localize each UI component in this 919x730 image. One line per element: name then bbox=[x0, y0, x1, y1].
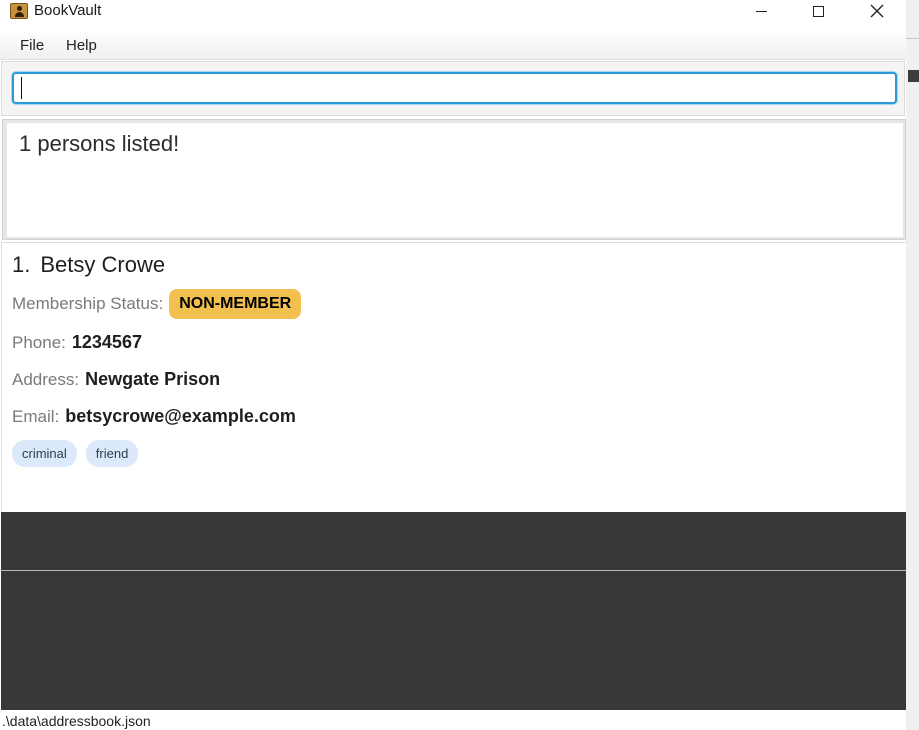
maximize-icon bbox=[812, 5, 824, 17]
background-window bbox=[906, 0, 919, 730]
app-window: BookVault File Help 1 persons listed! 1.… bbox=[0, 0, 906, 730]
save-file-path: .\data\addressbook.json bbox=[2, 713, 151, 729]
phone-row: Phone: 1234567 bbox=[12, 332, 142, 353]
address-book-icon bbox=[10, 3, 28, 19]
email-row: Email: betsycrowe@example.com bbox=[12, 406, 296, 427]
menu-file[interactable]: File bbox=[20, 37, 44, 54]
person-card[interactable]: 1. Betsy Crowe Membership Status: NON-MEM… bbox=[2, 243, 906, 513]
person-name-heading: 1. Betsy Crowe bbox=[12, 252, 165, 278]
result-message: 1 persons listed! bbox=[19, 131, 180, 156]
membership-label: Membership Status: bbox=[12, 294, 164, 313]
person-list-panel[interactable]: 1. Betsy Crowe Membership Status: NON-MEM… bbox=[1, 242, 906, 512]
empty-list-area bbox=[1, 512, 906, 570]
status-bar: .\data\addressbook.json bbox=[0, 710, 906, 730]
address-value: Newgate Prison bbox=[85, 369, 221, 389]
email-label: Email: bbox=[12, 406, 60, 426]
address-row: Address: Newgate Prison bbox=[12, 369, 220, 390]
address-label: Address: bbox=[12, 369, 80, 389]
command-box-panel bbox=[1, 61, 905, 116]
person-index: 1. bbox=[12, 252, 31, 277]
email-value: betsycrowe@example.com bbox=[65, 406, 296, 426]
empty-panel-area bbox=[1, 571, 906, 710]
background-window-scrollbar bbox=[908, 70, 919, 82]
menu-bar: File Help bbox=[0, 30, 906, 60]
phone-value: 1234567 bbox=[71, 332, 142, 352]
background-window-divider bbox=[906, 38, 919, 39]
minimize-icon bbox=[755, 10, 767, 12]
tag-chip: criminal bbox=[12, 440, 77, 467]
close-button[interactable] bbox=[848, 0, 906, 22]
membership-status-badge: NON-MEMBER bbox=[169, 289, 302, 319]
window-title: BookVault bbox=[34, 2, 102, 19]
title-bar[interactable]: BookVault bbox=[0, 0, 906, 24]
minimize-button[interactable] bbox=[732, 0, 790, 22]
tag-chip: friend bbox=[85, 440, 139, 467]
close-icon bbox=[870, 4, 884, 18]
menu-help[interactable]: Help bbox=[66, 37, 97, 54]
person-name: Betsy Crowe bbox=[40, 252, 166, 277]
membership-row: Membership Status: NON-MEMBER bbox=[12, 289, 302, 319]
phone-label: Phone: bbox=[12, 332, 66, 352]
result-display-panel: 1 persons listed! bbox=[2, 119, 906, 240]
maximize-button[interactable] bbox=[789, 0, 847, 22]
text-caret bbox=[21, 77, 22, 99]
result-display[interactable]: 1 persons listed! bbox=[7, 123, 903, 237]
tag-list: criminal friend bbox=[12, 440, 139, 467]
command-input[interactable] bbox=[12, 72, 897, 104]
